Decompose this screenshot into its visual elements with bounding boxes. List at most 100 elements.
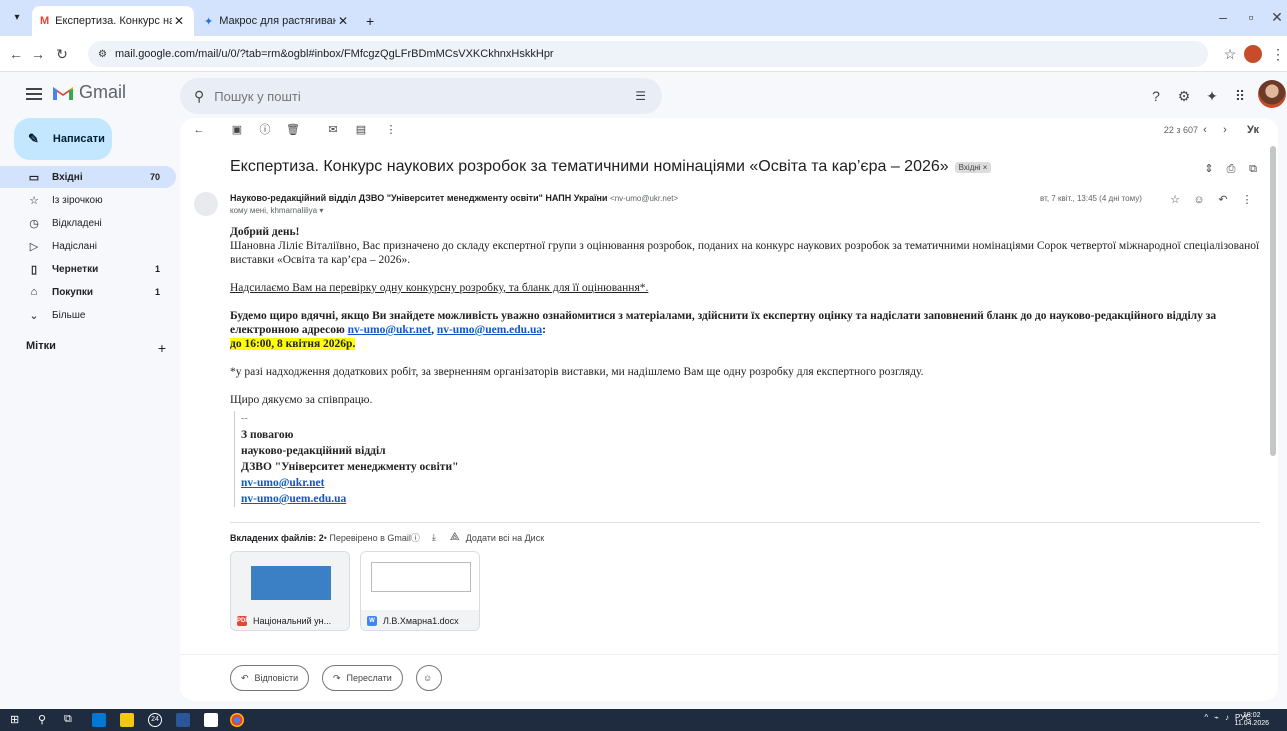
browser-menu-icon[interactable]: ⋮	[1268, 45, 1287, 63]
reply-button[interactable]: ↶ Відповісти	[230, 665, 310, 691]
print-icon[interactable]: ⎙	[1224, 162, 1238, 176]
forward-icon[interactable]: →	[28, 45, 48, 63]
bookmark-star-icon[interactable]: ☆	[1220, 45, 1240, 63]
message-more-icon[interactable]: ⋮	[1240, 193, 1254, 207]
compose-label: Написати	[52, 133, 105, 145]
close-icon[interactable]: ✕	[336, 14, 350, 28]
task-view-icon[interactable]: ⧉	[64, 713, 78, 727]
sparkle-icon: ✦	[204, 15, 214, 28]
tab-gmail[interactable]: M Експертиза. Конкурс наукови... ✕	[32, 6, 194, 36]
app-icon[interactable]	[92, 713, 106, 727]
message-panel: ← ▣ ⓘ 🗑 ✉ ▤ ⋮ 22 з 607 ‹ › Ук Експертиза…	[180, 118, 1278, 701]
star-icon[interactable]: ☆	[1168, 193, 1182, 207]
sidebar-item-drafts[interactable]: ▯ Чернетки 1	[0, 258, 176, 280]
volume-icon[interactable]: ♪	[1225, 713, 1229, 722]
draft-icon: ▯	[30, 263, 38, 276]
filter-icon[interactable]: ☰	[635, 89, 646, 103]
gmail-icon: M	[40, 15, 50, 27]
divider	[180, 654, 1278, 655]
windows-start-icon[interactable]: ⊞	[10, 713, 24, 727]
input-language[interactable]: Ук	[1238, 123, 1268, 137]
open-new-window-icon[interactable]: ⧉	[1246, 162, 1260, 176]
sidebar-item-starred[interactable]: ☆ Із зірочкою	[0, 189, 176, 211]
email-subject: Експертиза. Конкурс наукових розробок за…	[230, 158, 949, 175]
sidebar-item-purchases[interactable]: ⌂ Покупки 1	[0, 281, 176, 303]
expand-icon[interactable]: ⇕	[1202, 162, 1216, 176]
sender-line: Науково-редакційний відділ ДЗВО "Універс…	[230, 193, 678, 203]
prev-icon[interactable]: ‹	[1198, 123, 1212, 137]
search-bar[interactable]: ⚲ ☰	[180, 78, 662, 114]
word-app-icon[interactable]	[176, 713, 190, 727]
emoji-react-button[interactable]: ☺	[416, 665, 442, 691]
inbox-icon: ▭	[28, 171, 40, 184]
email-link[interactable]: nv-umo@ukr.net	[241, 477, 324, 489]
new-tab-button[interactable]: +	[360, 6, 384, 36]
file-explorer-icon[interactable]	[120, 713, 134, 727]
inbox-label-badge[interactable]: Вхідні ×	[954, 161, 992, 173]
back-icon[interactable]: ←	[6, 45, 26, 63]
tab-title: Експертиза. Конкурс наукови...	[55, 15, 172, 27]
pdf-icon: PDF	[237, 616, 249, 626]
compose-button[interactable]: ✎ Написати	[14, 118, 112, 160]
minimize-icon[interactable]: –	[1208, 9, 1238, 25]
close-icon[interactable]: ✕	[172, 14, 186, 28]
badge-app-icon[interactable]: 24	[148, 713, 162, 727]
emoji-icon[interactable]: ☺	[1192, 193, 1206, 207]
forward-button[interactable]: ↷ Переслати	[322, 665, 403, 691]
url-text: mail.google.com/mail/u/0/?tab=rm&ogbl#in…	[114, 48, 554, 60]
more-options-icon[interactable]: ⋮	[384, 123, 398, 137]
reload-icon[interactable]: ↻	[52, 45, 72, 63]
sidebar-item-more[interactable]: ⌄ Більше	[0, 304, 176, 326]
email-link[interactable]: nv-umo@ukr.net	[348, 324, 431, 336]
taskbar-search-icon[interactable]: ⚲	[38, 713, 52, 727]
chrome-icon[interactable]	[230, 713, 244, 727]
add-all-to-drive[interactable]: Додати всі на Диск	[466, 533, 544, 543]
gemini-icon[interactable]: ✦	[1202, 86, 1222, 106]
back-to-inbox-icon[interactable]: ←	[192, 123, 206, 137]
attachment-card[interactable]: W Л.В.Хмарна1.docx	[360, 551, 480, 631]
sidebar-item-snoozed[interactable]: ◷ Відкладені	[0, 212, 176, 234]
network-icon[interactable]: ⌁	[1214, 713, 1219, 722]
move-to-icon[interactable]: ▤	[354, 123, 368, 137]
clock[interactable]: 18:02 11.04.2026	[1234, 712, 1269, 728]
profile-avatar[interactable]	[1244, 45, 1262, 63]
tab-search-icon[interactable]: ▾	[8, 9, 26, 27]
forward-icon: ↷	[333, 672, 341, 683]
archive-icon[interactable]: ▣	[230, 123, 244, 137]
help-icon[interactable]: ?	[1146, 86, 1166, 106]
add-label-button[interactable]: +	[158, 340, 166, 356]
scrollbar[interactable]	[1270, 146, 1276, 456]
tab-macro[interactable]: ✦ Макрос для растягивания скр... ✕	[196, 6, 358, 36]
apps-icon[interactable]: ⠿	[1230, 86, 1250, 106]
tray-arrow-icon[interactable]: ^	[1204, 713, 1208, 722]
download-all-icon[interactable]: ⤓	[432, 532, 436, 543]
signature: -- З повагою науково-редакційний відділ …	[234, 411, 1270, 507]
search-input[interactable]	[214, 88, 615, 104]
gmail-logo[interactable]: Gmail	[52, 82, 126, 103]
address-bar[interactable]: ⚙ mail.google.com/mail/u/0/?tab=rm&ogbl#…	[88, 41, 1208, 67]
recipients-line[interactable]: кому мені, khmarnaliliya ▾	[230, 206, 323, 215]
delete-icon[interactable]: 🗑	[286, 123, 300, 137]
body-paragraph: Будемо щиро вдячні, якщо Ви знайдете мож…	[230, 310, 1217, 336]
account-avatar[interactable]	[1258, 80, 1286, 108]
main-menu-icon[interactable]	[22, 82, 46, 106]
attachment-card[interactable]: PDF Національний ун...	[230, 551, 350, 631]
search-icon[interactable]: ⚲	[194, 88, 204, 105]
email-link[interactable]: nv-umo@uem.edu.ua	[241, 493, 346, 505]
thanks-line: Щиро дякуємо за співпрацю.	[230, 394, 373, 406]
close-window-icon[interactable]: ✕	[1262, 9, 1287, 26]
add-to-drive-icon[interactable]: ⟁	[450, 531, 460, 544]
sidebar-item-inbox[interactable]: ▭ Вхідні 70	[0, 166, 176, 188]
settings-icon[interactable]: ⚙	[1174, 86, 1194, 106]
email-link[interactable]: nv-umo@uem.edu.ua	[437, 324, 542, 336]
site-info-icon[interactable]: ⚙	[98, 49, 107, 60]
sidebar-item-sent[interactable]: ▷ Надіслані	[0, 235, 176, 257]
mark-unread-icon[interactable]: ✉	[326, 123, 340, 137]
deadline-highlight: до 16:00, 8 квітня 2026р.	[230, 338, 356, 350]
app-icon[interactable]	[204, 713, 218, 727]
info-icon[interactable]: ⓘ	[411, 531, 420, 544]
reply-icon[interactable]: ↶	[1216, 193, 1230, 207]
next-icon[interactable]: ›	[1218, 123, 1232, 137]
report-spam-icon[interactable]: ⓘ	[258, 123, 272, 137]
word-icon: W	[367, 616, 377, 626]
